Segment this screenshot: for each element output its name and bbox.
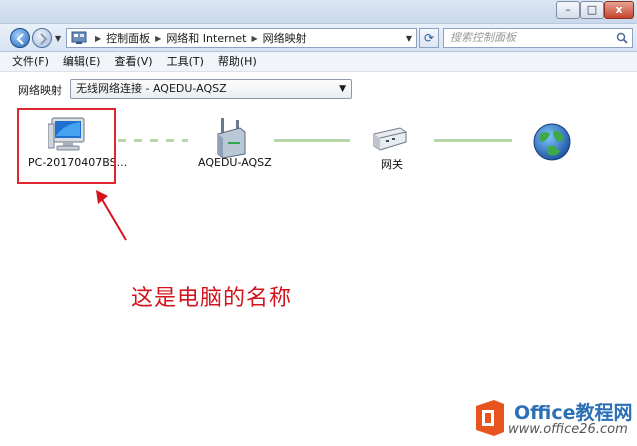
- network-map-label: 网络映射: [18, 84, 62, 97]
- title-bar: – □ x: [0, 0, 637, 24]
- breadcrumb-separator-icon: ▶: [95, 33, 102, 43]
- breadcrumb-separator-icon: ▶: [251, 33, 258, 43]
- menu-help[interactable]: 帮助(H): [218, 52, 257, 71]
- network-select[interactable]: 无线网络连接 - AQEDU-AQSZ ▼: [70, 79, 352, 99]
- arrow-left-icon: [16, 33, 24, 45]
- watermark-brand: Office教程网: [514, 402, 633, 424]
- network-map-window: – □ x ▼ ▶ 控制面板 ▶ 网络和 Internet ▶ 网络映射 ▼ ⟳…: [0, 0, 637, 446]
- network-select-value: 无线网络连接 - AQEDU-AQSZ: [76, 82, 227, 95]
- refresh-button[interactable]: ⟳: [419, 28, 439, 48]
- breadcrumb-control-panel[interactable]: 控制面板: [106, 30, 150, 46]
- minimize-button[interactable]: –: [556, 1, 580, 19]
- link-pc-to-router: [118, 139, 188, 142]
- menu-tools[interactable]: 工具(T): [167, 52, 204, 71]
- watermark-url: www.office26.com: [508, 422, 628, 437]
- gateway-icon[interactable]: [372, 126, 408, 152]
- search-icon[interactable]: [616, 32, 628, 44]
- arrow-right-icon: [40, 33, 48, 45]
- breadcrumb-separator-icon: ▶: [155, 33, 162, 43]
- search-input[interactable]: 搜索控制面板: [443, 28, 633, 48]
- link-gateway-to-internet: [434, 139, 512, 142]
- wireless-router-icon[interactable]: [214, 118, 248, 158]
- internet-globe-icon[interactable]: [532, 122, 572, 162]
- pc-highlight-box: [17, 108, 116, 184]
- navigation-bar: ▼ ▶ 控制面板 ▶ 网络和 Internet ▶ 网络映射 ▼ ⟳ 搜索控制面…: [0, 24, 637, 52]
- router-name-label[interactable]: AQEDU-AQSZ: [198, 156, 272, 169]
- refresh-icon: ⟳: [423, 31, 435, 45]
- close-button[interactable]: x: [604, 1, 634, 19]
- gateway-label[interactable]: 网关: [381, 156, 403, 172]
- menu-edit[interactable]: 编辑(E): [63, 52, 101, 71]
- network-map-canvas: PC-20170407BS... AQEDU-AQSZ 网关 这是电脑的名称: [0, 108, 637, 446]
- breadcrumb-network-internet[interactable]: 网络和 Internet: [166, 30, 246, 46]
- network-map-toolbar: 网络映射 无线网络连接 - AQEDU-AQSZ ▼: [0, 72, 637, 108]
- breadcrumb-network-map[interactable]: 网络映射: [263, 30, 307, 46]
- search-placeholder: 搜索控制面板: [450, 31, 516, 44]
- address-dropdown-icon[interactable]: ▼: [406, 34, 412, 43]
- annotation-arrow-icon: [96, 190, 127, 241]
- back-button[interactable]: [10, 28, 30, 48]
- annotation-text: 这是电脑的名称: [131, 286, 293, 311]
- address-bar[interactable]: ▶ 控制面板 ▶ 网络和 Internet ▶ 网络映射 ▼: [66, 28, 417, 48]
- menu-view[interactable]: 查看(V): [114, 52, 152, 71]
- link-router-to-gateway: [274, 139, 350, 142]
- history-dropdown-icon[interactable]: ▼: [55, 34, 61, 43]
- office-logo-icon: [476, 400, 504, 436]
- menu-bar: 文件(F) 编辑(E) 查看(V) 工具(T) 帮助(H): [0, 52, 637, 72]
- chevron-down-icon: ▼: [339, 84, 346, 94]
- maximize-button[interactable]: □: [580, 1, 604, 19]
- control-panel-icon: [71, 31, 87, 44]
- menu-file[interactable]: 文件(F): [12, 52, 49, 71]
- forward-button[interactable]: [32, 28, 52, 48]
